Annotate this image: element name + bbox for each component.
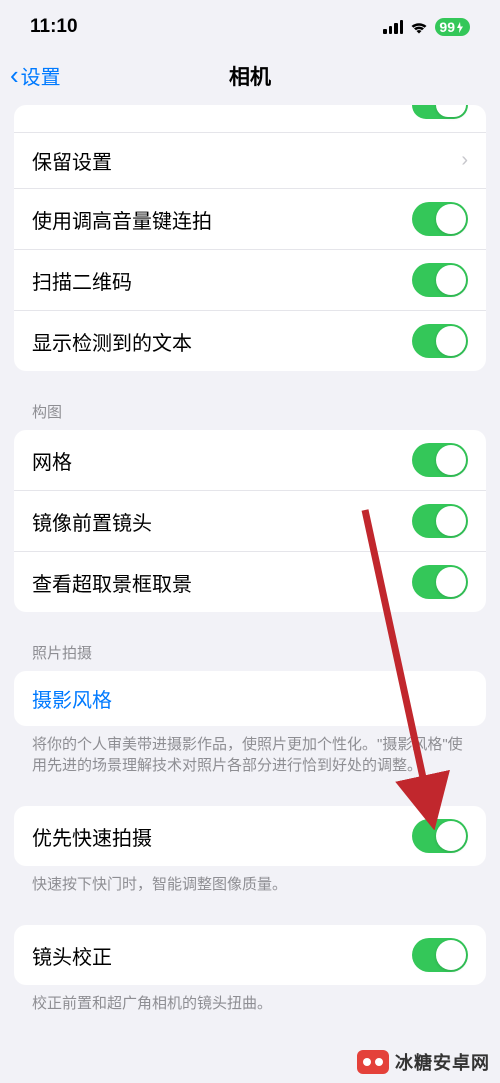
photographic-styles-row[interactable]: 摄影风格	[14, 671, 486, 726]
wifi-icon	[409, 20, 429, 35]
watermark-text: 冰糖安卓网	[395, 1049, 490, 1075]
row-label: 优先快速拍摄	[32, 822, 152, 851]
toggle-switch[interactable]	[412, 324, 468, 358]
page-title: 相机	[229, 61, 271, 91]
settings-section-priority-fast: 优先快速拍摄 快速按下快门时，智能调整图像质量。	[14, 806, 486, 903]
section-header: 照片拍摄	[14, 634, 486, 671]
section-footer: 校正前置和超广角相机的镜头扭曲。	[14, 985, 486, 1022]
row-label: 使用调高音量键连拍	[32, 205, 212, 234]
status-bar: 11:10 99	[0, 0, 500, 50]
section-footer: 快速按下快门时，智能调整图像质量。	[14, 866, 486, 903]
watermark-logo-icon	[357, 1050, 389, 1074]
row-label: 扫描二维码	[32, 266, 132, 295]
toggle-switch[interactable]	[412, 202, 468, 236]
section-footer: 将你的个人审美带进摄影作品，使照片更加个性化。"摄影风格"使用先进的场景理解技术…	[14, 726, 486, 784]
row-label: 查看超取景框取景	[32, 568, 192, 597]
chevron-left-icon: ‹	[10, 60, 19, 91]
toggle-switch[interactable]	[412, 263, 468, 297]
back-label: 设置	[21, 61, 61, 90]
preserve-settings-row[interactable]: 保留设置 ›	[14, 133, 486, 189]
battery-indicator: 99	[435, 18, 470, 36]
status-time: 11:10	[30, 16, 78, 38]
section-header: 构图	[14, 393, 486, 430]
row-label: 镜像前置镜头	[32, 507, 152, 536]
settings-section-lens-correction: 镜头校正 校正前置和超广角相机的镜头扭曲。	[14, 925, 486, 1022]
navigation-bar: ‹ 设置 相机	[0, 50, 500, 105]
row-label: 镜头校正	[32, 941, 112, 970]
back-button[interactable]: ‹ 设置	[10, 60, 61, 91]
scan-qr-row: 扫描二维码	[14, 250, 486, 311]
row-label: 网格	[32, 446, 72, 475]
settings-section-composition: 构图 网格 镜像前置镜头 查看超取景框取景	[14, 393, 486, 612]
toggle-switch[interactable]	[412, 105, 468, 119]
toggle-switch[interactable]	[412, 938, 468, 972]
settings-section-photo-capture: 照片拍摄 摄影风格 将你的个人审美带进摄影作品，使照片更加个性化。"摄影风格"使…	[14, 634, 486, 784]
table-row-partial[interactable]	[14, 105, 486, 133]
grid-row: 网格	[14, 430, 486, 491]
toggle-switch[interactable]	[412, 565, 468, 599]
mirror-front-row: 镜像前置镜头	[14, 491, 486, 552]
cellular-signal-icon	[383, 20, 403, 34]
row-label: 保留设置	[32, 146, 112, 175]
settings-section-general: 保留设置 › 使用调高音量键连拍 扫描二维码 显示检测到的文本	[14, 105, 486, 371]
toggle-switch[interactable]	[412, 504, 468, 538]
status-icons: 99	[383, 18, 470, 36]
row-label: 摄影风格	[32, 684, 112, 713]
view-outside-frame-row: 查看超取景框取景	[14, 552, 486, 612]
toggle-switch[interactable]	[412, 443, 468, 477]
detect-text-row: 显示检测到的文本	[14, 311, 486, 371]
prioritize-fast-shooting-row: 优先快速拍摄	[14, 806, 486, 866]
row-label: 显示检测到的文本	[32, 327, 192, 356]
lens-correction-row: 镜头校正	[14, 925, 486, 985]
chevron-right-icon: ›	[461, 149, 468, 172]
volume-burst-row: 使用调高音量键连拍	[14, 189, 486, 250]
toggle-switch[interactable]	[412, 819, 468, 853]
watermark: 冰糖安卓网	[357, 1049, 490, 1075]
